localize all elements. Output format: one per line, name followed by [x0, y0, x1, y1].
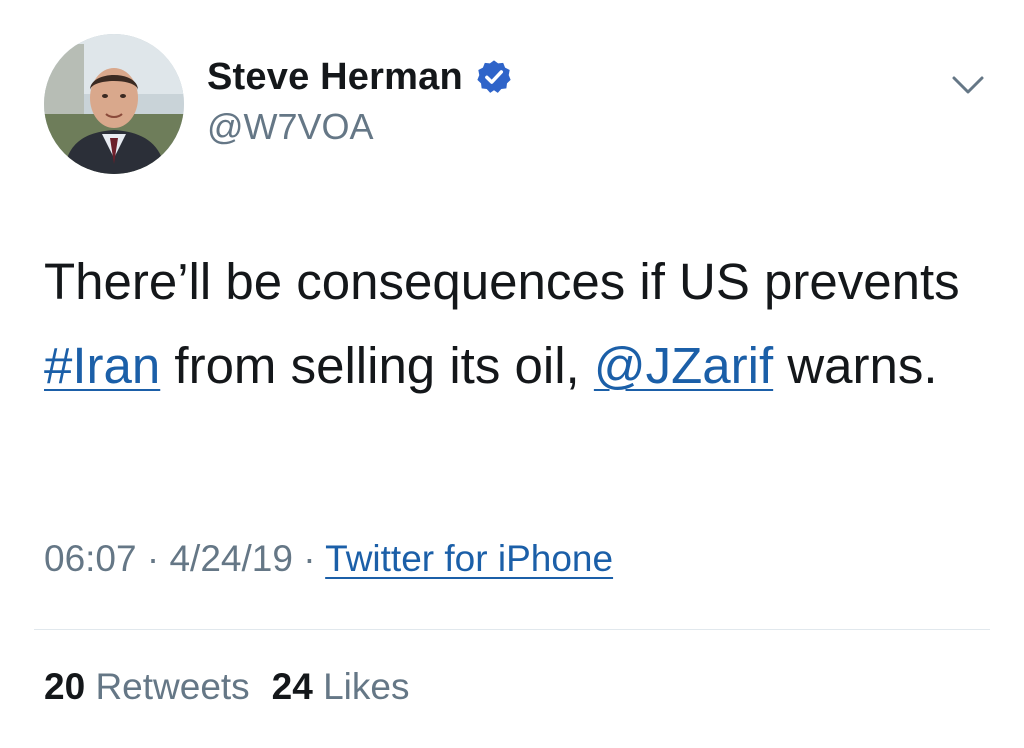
likes-label: Likes [323, 666, 410, 707]
meta-separator: · [136, 538, 170, 579]
tweet-date[interactable]: 4/24/19 [169, 538, 292, 579]
verified-badge-icon [475, 58, 513, 96]
likes-stat[interactable]: 24 Likes [272, 666, 410, 707]
tweet-text-part: There’ll be consequences if US prevents [44, 253, 960, 310]
author-avatar[interactable] [44, 34, 184, 174]
tweet-source-link[interactable]: Twitter for iPhone [325, 538, 613, 579]
author-handle[interactable]: @W7VOA [207, 106, 374, 148]
tweet-card: Steve Herman @W7VOA There’ll be conseque… [0, 0, 1024, 748]
tweet-stats: 20 Retweets 24 Likes [44, 666, 410, 708]
tweet-text-part: from selling its oil, [160, 337, 594, 394]
tweet-time: 06:07 [44, 538, 137, 579]
retweets-label: Retweets [95, 666, 250, 707]
meta-separator: · [292, 538, 326, 579]
retweets-stat[interactable]: 20 Retweets [44, 666, 250, 707]
tweet-text-part: warns. [773, 337, 938, 394]
retweets-count: 20 [44, 666, 86, 707]
author-name-row: Steve Herman [207, 52, 513, 102]
hashtag-link[interactable]: #Iran [44, 337, 160, 394]
tweet-text: There’ll be consequences if US prevents … [44, 240, 994, 408]
chevron-down-icon[interactable] [948, 70, 988, 100]
likes-count: 24 [271, 666, 313, 707]
avatar-photo-icon [44, 34, 184, 174]
tweet-meta: 06:07 · 4/24/19 · Twitter for iPhone [44, 538, 613, 580]
mention-link[interactable]: @JZarif [594, 337, 773, 394]
divider [34, 629, 990, 630]
author-display-name[interactable]: Steve Herman [207, 56, 463, 99]
